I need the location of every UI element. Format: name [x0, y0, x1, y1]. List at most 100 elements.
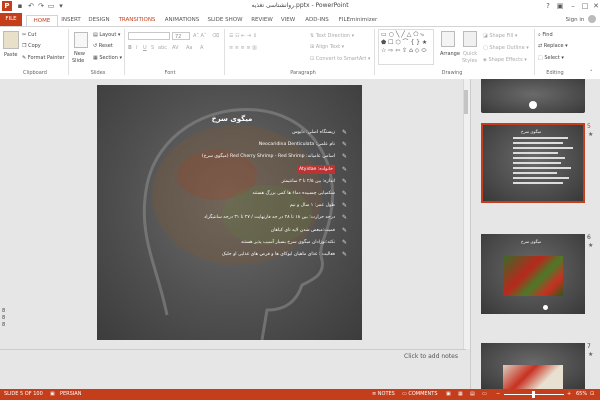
bullets-button[interactable]: ☰ ☷ ⇤ ⇥ ↕	[229, 33, 257, 39]
zoom-level[interactable]: 65%	[576, 390, 587, 399]
sign-in-link[interactable]: Sign in	[564, 15, 586, 25]
bullet-item[interactable]: طول عمر: ۱ سال و نیم ✎	[117, 201, 349, 210]
customize-qat-icon[interactable]: ▾	[57, 2, 65, 10]
tab-review[interactable]: REVIEW	[250, 15, 274, 25]
shape-effects-button[interactable]: ◈ Shape Effects ▾	[483, 57, 527, 63]
bold-button[interactable]: B	[128, 45, 132, 51]
tab-insert[interactable]: INSERT	[60, 15, 82, 25]
font-name-combo[interactable]	[128, 32, 170, 40]
tab-view[interactable]: VIEW	[279, 15, 297, 25]
font-size-combo[interactable]: 72	[172, 32, 190, 40]
text-direction-button[interactable]: ⇅ Text Direction ▾	[310, 33, 354, 39]
tab-design[interactable]: DESIGN	[86, 15, 112, 25]
cut-button[interactable]: ✂ Cut	[22, 32, 36, 38]
bullet-text: نام علمی: Neocaridina Denticulata	[258, 142, 335, 148]
strikethrough-button[interactable]: abc	[158, 45, 167, 51]
bullet-item[interactable]: خانواده: Atyidae ✎	[117, 164, 349, 174]
change-case-button[interactable]: Aa	[186, 45, 192, 51]
spell-check-icon[interactable]: ▣	[50, 390, 55, 399]
quick-styles-button[interactable]: Quick	[463, 51, 477, 57]
fit-to-window-icon[interactable]: ⊡	[590, 390, 594, 399]
start-slideshow-icon[interactable]: ▭	[47, 2, 55, 10]
thumbnail-line	[513, 152, 558, 154]
zoom-slider-thumb[interactable]	[532, 391, 535, 398]
bullet-item[interactable]: درجه حرارت: بین ۱۸ تا ۲۸ در جه فارنهایت …	[117, 213, 349, 222]
convert-smartart-button[interactable]: ⊡ Convert to SmartArt ▾	[310, 56, 370, 62]
align-text-button[interactable]: ⊞ Align Text ▾	[310, 44, 344, 50]
zoom-in-icon[interactable]: +	[567, 390, 571, 399]
powerpoint-logo-icon[interactable]: P	[2, 1, 12, 11]
scrollbar-thumb[interactable]	[464, 90, 468, 114]
underline-button[interactable]: U	[143, 45, 147, 51]
tab-animations[interactable]: ANIMATIONS	[163, 15, 201, 25]
clear-format-icon[interactable]: ⌫	[212, 33, 219, 39]
italic-button[interactable]: I	[136, 45, 137, 51]
bullet-item[interactable]: زیستگاه اصلی: دایوس ✎	[117, 128, 349, 137]
normal-view-icon[interactable]: ▣	[446, 390, 451, 399]
tab-fileminimizer[interactable]: FILEminimizer	[336, 15, 380, 25]
save-icon[interactable]: ▪	[16, 2, 24, 10]
shadow-button[interactable]: S	[151, 45, 154, 51]
bullet-item[interactable]: فعالیت : غذای ماهیان ایوکای ها و قرص های…	[117, 250, 349, 259]
slideshow-view-icon[interactable]: ▭	[482, 390, 487, 399]
shape-outline-button[interactable]: ▢ Shape Outline ▾	[483, 45, 529, 51]
tab-transitions[interactable]: TRANSITIONS	[117, 15, 157, 25]
layout-button[interactable]: ▤ Layout ▾	[93, 32, 120, 38]
slide-thumbnail-7[interactable]	[481, 343, 585, 389]
notes-pane[interactable]	[0, 349, 466, 390]
font-color-button[interactable]: A	[200, 45, 203, 51]
new-slide-icon[interactable]	[74, 32, 88, 48]
bullet-item[interactable]: قمیت:مبعض شدن لاپه تای کیاهان ✎	[117, 226, 349, 235]
slide-thumbnail-5[interactable]: میگوی سرخ	[481, 123, 585, 203]
drawing-group-label: Drawing	[441, 70, 463, 76]
quick-styles-icon[interactable]	[463, 31, 477, 47]
section-button[interactable]: ▦ Section ▾	[93, 55, 122, 61]
zoom-out-icon[interactable]: −	[496, 390, 500, 399]
tab-file[interactable]: FILE	[0, 13, 22, 26]
thumbnail-line	[513, 177, 569, 179]
arrange-button[interactable]: Arrange	[440, 51, 460, 57]
bullet-item[interactable]: نام علمی: Neocaridina Denticulata ✎	[117, 140, 349, 149]
slide-thumbnail-6[interactable]: میگوی سرخ	[481, 234, 585, 314]
language-indicator[interactable]: PERSIAN	[60, 390, 81, 399]
replace-button[interactable]: ⇄ Replace ▾	[538, 43, 568, 49]
bullet-text: قمیت:مبعض شدن لاپه تای کیاهان	[270, 227, 335, 233]
shape-fill-button[interactable]: ◪ Shape Fill ▾	[483, 33, 517, 39]
bullet-text: طول عمر: ۱ سال و نیم	[289, 203, 335, 209]
undo-icon[interactable]: ↶	[27, 2, 35, 10]
format-painter-button[interactable]: ✎ Format Painter	[22, 55, 65, 61]
collapse-ribbon-icon[interactable]: ˄	[590, 70, 593, 76]
tab-home[interactable]: HOME	[26, 15, 58, 26]
bullet-item[interactable]: شکمپایی چسبیده دماء ها کمی بزرگ هستند ✎	[117, 189, 349, 198]
char-spacing-button[interactable]: AV	[172, 45, 179, 51]
copy-button[interactable]: ❐ Copy	[22, 43, 41, 49]
find-button[interactable]: ⌕ Find	[538, 32, 553, 38]
grow-font-icon[interactable]: A˄ A˅	[193, 33, 206, 39]
shapes-gallery[interactable]: ▭ ○ ╲ ╱ △ ⬠ ⤷ ⬟ ☐ ⬡ ⌒ { } ★ ☆ ⇨ ⇦ ⇧ ⌂ ◇ ⬭	[378, 29, 434, 65]
new-slide-button[interactable]: New	[74, 51, 85, 57]
bullet-item[interactable]: اندازه: بین ۲/۵ تا ۳ سانتیمتر ✎	[117, 177, 349, 186]
slide-title[interactable]: میگوی سرخ	[207, 115, 257, 123]
tab-slide-show[interactable]: SLIDE SHOW	[206, 15, 244, 25]
arrange-icon[interactable]	[441, 31, 455, 47]
reset-button[interactable]: ↺ Reset	[93, 43, 113, 49]
reading-view-icon[interactable]: ▤	[470, 390, 475, 399]
notes-button[interactable]: ≡ NOTES	[372, 390, 395, 399]
close-icon[interactable]: ✕	[589, 1, 600, 11]
notes-placeholder[interactable]: Click to add notes	[404, 353, 458, 360]
redo-icon[interactable]: ↷	[37, 2, 45, 10]
user-avatar[interactable]	[588, 15, 596, 23]
editor-scrollbar[interactable]	[463, 79, 470, 349]
bullet-item[interactable]: اسامی عامیانه: Red Cherry Shrimp - Red S…	[117, 152, 349, 161]
select-button[interactable]: ⬚ Select ▾	[538, 55, 564, 61]
bullet-text: اسامی عامیانه: Red Cherry Shrimp - Red S…	[201, 154, 335, 160]
ribbon-display-icon[interactable]: ▣	[553, 1, 567, 11]
paste-icon[interactable]	[3, 31, 19, 49]
slide-thumbnail-4[interactable]	[481, 79, 585, 113]
tab-add-ins[interactable]: ADD-INS	[304, 15, 330, 25]
slide-sorter-icon[interactable]: ▦	[458, 390, 463, 399]
alignment-buttons[interactable]: ≡ ≡ ≡ ≡ ▥	[229, 45, 257, 51]
bullet-item[interactable]: نکته:نوزادان میگوی سرخ بسیار آسیب پذیر ه…	[117, 238, 349, 247]
comments-button[interactable]: ▭ COMMENTS	[402, 390, 438, 399]
paste-button[interactable]: Paste	[4, 52, 18, 58]
